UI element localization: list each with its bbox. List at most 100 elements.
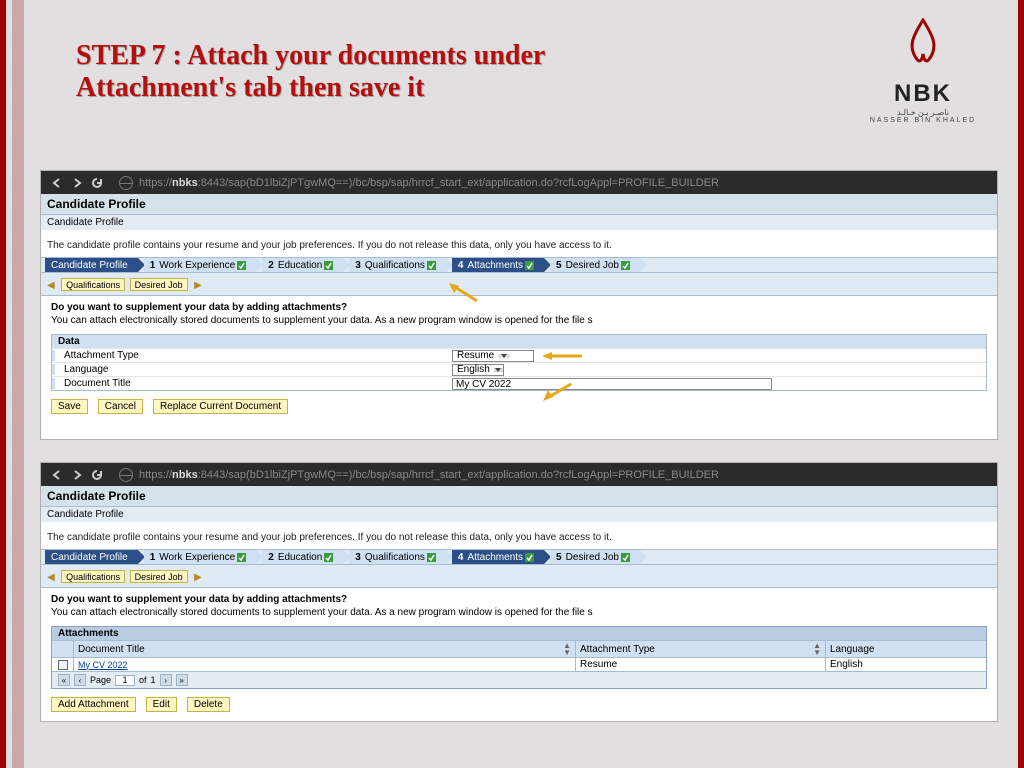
delete-button[interactable]: Delete	[187, 697, 230, 712]
table-header: Document Title ▲▼ Attachment Type ▲▼ Langu…	[52, 640, 986, 657]
data-header: Data	[52, 335, 986, 348]
cancel-button[interactable]: Cancel	[98, 399, 143, 414]
address-bar[interactable]: https://nbks:8443/sap(bD1lbiZjPTgwMQ==)/…	[119, 176, 989, 190]
check-icon	[237, 261, 246, 270]
address-bar[interactable]: https://nbks:8443/sap(bD1lbiZjPTgwMQ==)/…	[119, 468, 989, 482]
check-icon	[324, 553, 333, 562]
wizard-bar: Candidate Profile 1Work Experience 2Educ…	[41, 257, 997, 273]
pager-total: 1	[151, 675, 156, 685]
browser-window-2: https://nbks:8443/sap(bD1lbiZjPTgwMQ==)/…	[40, 462, 998, 722]
pager: « ‹ Page of 1 › »	[52, 671, 986, 688]
table-row[interactable]: My CV 2022 Resume English	[52, 657, 986, 671]
nbk-logo: NBK ناصـر بـن خـالـد NASSER BIN KHALED	[868, 18, 978, 124]
intro-text: The candidate profile contains your resu…	[41, 522, 997, 549]
pager-last[interactable]: »	[176, 674, 188, 686]
globe-icon	[119, 176, 133, 190]
app-title: Candidate Profile	[41, 486, 997, 507]
save-button[interactable]: Save	[51, 399, 88, 414]
intro-text: The candidate profile contains your resu…	[41, 230, 997, 257]
col-document-title[interactable]: Document Title	[78, 644, 145, 655]
row-lang: English	[830, 659, 863, 670]
back-icon[interactable]	[49, 467, 65, 483]
subnav-qualifications[interactable]: Qualifications	[61, 570, 125, 583]
slide-title: STEP 7 : Attach your documents under Att…	[76, 40, 636, 104]
language-label: Language	[58, 364, 109, 375]
attachments-header: Attachments	[52, 627, 986, 640]
add-attachment-button[interactable]: Add Attachment	[51, 697, 136, 712]
chevron-left-icon[interactable]: ◀	[45, 280, 57, 291]
wizard-step-5[interactable]: 5Desired Job	[550, 258, 640, 272]
callout-arrow-icon	[542, 353, 582, 359]
browser-window-1: https://nbks:8443/sap(bD1lbiZjPTgwMQ==)/…	[40, 170, 998, 440]
question-head: Do you want to supplement your data by a…	[41, 296, 997, 315]
app-title: Candidate Profile	[41, 194, 997, 215]
attachment-type-dropdown[interactable]: Resume	[452, 350, 534, 362]
button-row: Add Attachment Edit Delete	[41, 689, 997, 720]
wizard-home[interactable]: Candidate Profile	[45, 258, 138, 272]
wizard-bar: Candidate Profile 1Work Experience 2Educ…	[41, 549, 997, 565]
pager-current[interactable]	[115, 675, 135, 686]
forward-icon[interactable]	[69, 467, 85, 483]
browser-toolbar: https://nbks:8443/sap(bD1lbiZjPTgwMQ==)/…	[41, 463, 997, 486]
wizard-step-3[interactable]: 3Qualifications	[349, 258, 446, 272]
flame-icon	[898, 18, 948, 78]
wizard-step-1[interactable]: 1Work Experience	[144, 550, 257, 564]
chevron-down-icon	[498, 354, 510, 358]
reload-icon[interactable]	[89, 467, 105, 483]
wizard-step-4[interactable]: 4Attachments	[452, 258, 544, 272]
forward-icon[interactable]	[69, 175, 85, 191]
breadcrumb: Candidate Profile	[41, 215, 997, 230]
wizard-home[interactable]: Candidate Profile	[45, 550, 138, 564]
check-icon	[427, 261, 436, 270]
pager-prev[interactable]: ‹	[74, 674, 86, 686]
callout-arrow-icon	[449, 283, 479, 303]
check-icon	[525, 261, 534, 270]
sub-nav: ◀ Qualifications Desired Job ▶	[41, 565, 997, 588]
browser-toolbar: https://nbks:8443/sap(bD1lbiZjPTgwMQ==)/…	[41, 171, 997, 194]
button-row: Save Cancel Replace Current Document	[41, 391, 997, 422]
pager-next[interactable]: ›	[160, 674, 172, 686]
subnav-desired-job[interactable]: Desired Job	[130, 570, 188, 583]
wizard-step-4[interactable]: 4Attachments	[452, 550, 544, 564]
globe-icon	[119, 468, 133, 482]
question-text: You can attach electronically stored doc…	[41, 315, 997, 334]
wizard-step-5[interactable]: 5Desired Job	[550, 550, 640, 564]
attachment-link[interactable]: My CV 2022	[78, 660, 128, 670]
sort-icon[interactable]: ▲▼	[813, 642, 821, 656]
url-text: https://nbks:8443/sap(bD1lbiZjPTgwMQ==)/…	[139, 177, 719, 189]
subnav-qualifications[interactable]: Qualifications	[61, 278, 125, 291]
sub-nav: ◀ Qualifications Desired Job ▶	[41, 273, 997, 296]
pager-of: of	[139, 675, 147, 685]
subnav-desired-job[interactable]: Desired Job	[130, 278, 188, 291]
check-icon	[621, 553, 630, 562]
check-icon	[427, 553, 436, 562]
pager-label: Page	[90, 675, 111, 685]
chevron-right-icon[interactable]: ▶	[192, 280, 204, 291]
language-dropdown[interactable]: English	[452, 364, 504, 376]
question-head: Do you want to supplement your data by a…	[41, 588, 997, 607]
col-attachment-type[interactable]: Attachment Type	[580, 644, 655, 655]
replace-document-button[interactable]: Replace Current Document	[153, 399, 288, 414]
data-box: Data Attachment Type Resume Language Eng…	[51, 334, 987, 391]
check-icon	[237, 553, 246, 562]
edit-button[interactable]: Edit	[146, 697, 177, 712]
back-icon[interactable]	[49, 175, 65, 191]
col-language[interactable]: Language	[830, 644, 875, 655]
chevron-right-icon[interactable]: ▶	[192, 572, 204, 583]
row-checkbox[interactable]	[58, 660, 68, 670]
reload-icon[interactable]	[89, 175, 105, 191]
chevron-left-icon[interactable]: ◀	[45, 572, 57, 583]
document-title-label: Document Title	[58, 378, 131, 389]
check-icon	[324, 261, 333, 270]
attachments-table: Attachments Document Title ▲▼ Attachment …	[51, 626, 987, 689]
wizard-step-1[interactable]: 1Work Experience	[144, 258, 257, 272]
document-title-field[interactable]: My CV 2022	[452, 378, 772, 390]
pager-first[interactable]: «	[58, 674, 70, 686]
wizard-step-2[interactable]: 2Education	[262, 258, 343, 272]
wizard-step-2[interactable]: 2Education	[262, 550, 343, 564]
sort-icon[interactable]: ▲▼	[563, 642, 571, 656]
check-icon	[621, 261, 630, 270]
chevron-down-icon	[494, 368, 503, 372]
check-icon	[525, 553, 534, 562]
wizard-step-3[interactable]: 3Qualifications	[349, 550, 446, 564]
